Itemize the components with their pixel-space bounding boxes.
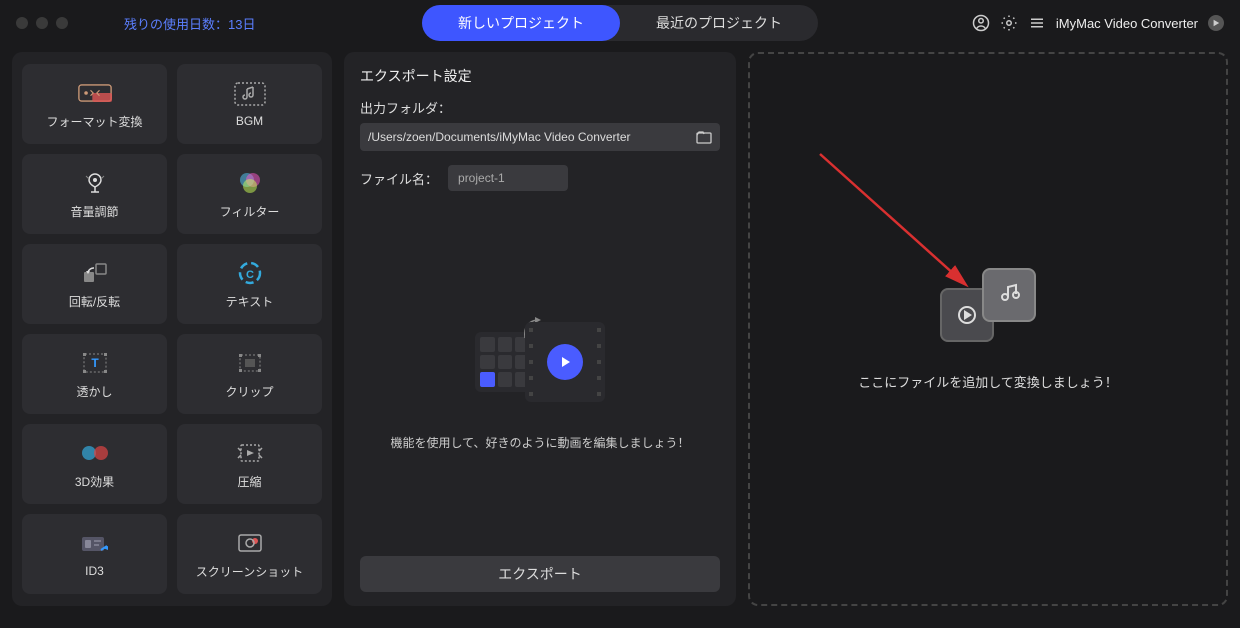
svg-text:T: T	[91, 356, 99, 370]
tools-sidebar: フォーマット変換 BGM 音量調節 フィルター 回転/反転	[12, 52, 332, 606]
tool-label: クリップ	[225, 383, 273, 400]
app-name: iMyMac Video Converter	[1056, 16, 1198, 31]
account-icon[interactable]	[972, 14, 990, 32]
svg-text:C: C	[246, 269, 254, 281]
edit-hint-text: 機能を使用して、好きのように動画を編集しましょう！	[390, 434, 689, 453]
output-folder-path: /Users/zoen/Documents/iMyMac Video Conve…	[368, 130, 631, 144]
drop-zone[interactable]: ここにファイルを追加して変換しましょう！	[748, 52, 1228, 606]
tool-bgm[interactable]: BGM	[177, 64, 322, 144]
export-panel: エクスポート設定 出力フォルダ： /Users/zoen/Documents/i…	[344, 52, 736, 606]
tool-filter[interactable]: フィルター	[177, 154, 322, 234]
maximize-window-button[interactable]	[56, 17, 68, 29]
tool-volume[interactable]: 音量調節	[22, 154, 167, 234]
tool-label: 回転/反転	[69, 293, 120, 310]
drop-zone-text: ここにファイルを追加して変換しましょう！	[858, 372, 1118, 391]
tool-compress[interactable]: 圧縮	[177, 424, 322, 504]
preview-area: 機能を使用して、好きのように動画を編集しましょう！	[360, 211, 720, 556]
browse-folder-icon[interactable]	[696, 130, 712, 144]
tab-new-project[interactable]: 新しいプロジェクト	[422, 5, 620, 41]
tool-label: スクリーンショット	[196, 563, 303, 580]
titlebar: 残りの使用日数：13日 新しいプロジェクト 最近のプロジェクト iMyMac V…	[0, 0, 1240, 46]
rotate-icon	[78, 259, 112, 287]
drop-zone-icon	[940, 268, 1036, 342]
compress-icon	[233, 439, 267, 467]
project-tabs: 新しいプロジェクト 最近のプロジェクト	[422, 5, 818, 41]
tab-recent-projects[interactable]: 最近のプロジェクト	[620, 5, 818, 41]
filename-label: ファイル名：	[360, 169, 438, 188]
header-right: iMyMac Video Converter	[972, 14, 1224, 32]
3d-icon	[78, 439, 112, 467]
volume-icon	[78, 169, 112, 197]
tool-clip[interactable]: クリップ	[177, 334, 322, 414]
output-folder-field[interactable]: /Users/zoen/Documents/iMyMac Video Conve…	[360, 123, 720, 151]
settings-icon[interactable]	[1000, 14, 1018, 32]
trial-days-label: 残りの使用日数：13日	[124, 14, 255, 33]
id3-icon	[78, 530, 112, 558]
tool-label: フィルター	[220, 203, 280, 220]
tool-label: テキスト	[226, 293, 274, 310]
minimize-window-button[interactable]	[36, 17, 48, 29]
export-settings-title: エクスポート設定	[360, 66, 720, 86]
tool-format-convert[interactable]: フォーマット変換	[22, 64, 167, 144]
tool-label: 透かし	[76, 383, 112, 400]
tool-text[interactable]: C テキスト	[177, 244, 322, 324]
tool-watermark[interactable]: T 透かし	[22, 334, 167, 414]
tool-screenshot[interactable]: スクリーンショット	[177, 514, 322, 594]
tool-label: フォーマット変換	[46, 113, 142, 130]
window-controls	[16, 17, 68, 29]
tool-rotate[interactable]: 回転/反転	[22, 244, 167, 324]
tool-label: 3D効果	[75, 473, 114, 490]
bgm-icon	[233, 80, 267, 108]
text-icon: C	[233, 259, 267, 287]
close-window-button[interactable]	[16, 17, 28, 29]
tool-id3[interactable]: ID3	[22, 514, 167, 594]
tool-label: 音量調節	[70, 203, 118, 220]
export-button[interactable]: エクスポート	[360, 556, 720, 592]
preview-graphic	[465, 314, 615, 414]
tool-label: 圧縮	[237, 473, 261, 490]
watermark-icon: T	[78, 349, 112, 377]
filename-input[interactable]: project-1	[448, 165, 568, 191]
play-badge-icon[interactable]	[1208, 15, 1224, 31]
menu-icon[interactable]	[1028, 14, 1046, 32]
filter-icon	[233, 169, 267, 197]
format-convert-icon	[78, 79, 112, 107]
tool-label: BGM	[236, 114, 263, 128]
tool-3d[interactable]: 3D効果	[22, 424, 167, 504]
tool-label: ID3	[85, 564, 104, 578]
screenshot-icon	[233, 529, 267, 557]
output-folder-label: 出力フォルダ：	[360, 98, 720, 117]
clip-icon	[233, 349, 267, 377]
